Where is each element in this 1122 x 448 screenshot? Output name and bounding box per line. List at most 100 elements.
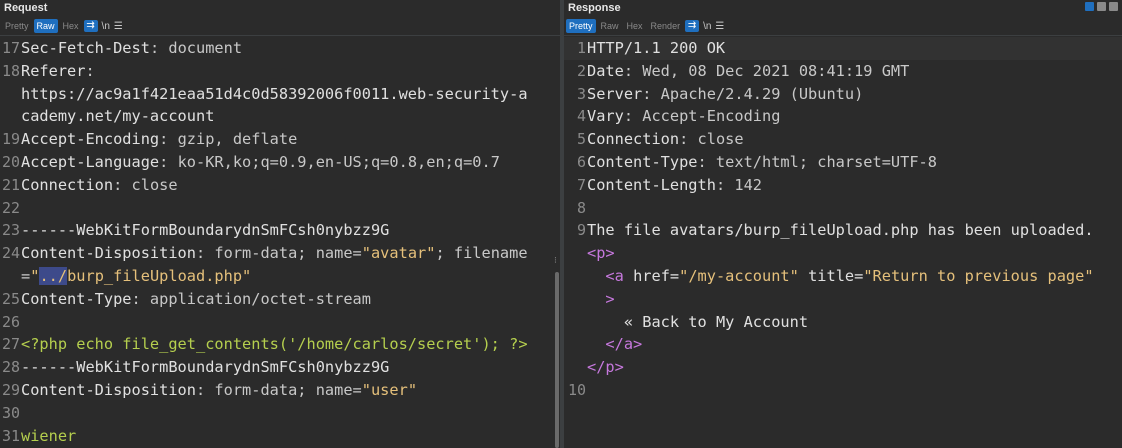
string-literal: "/my-account": [679, 266, 799, 285]
newline-toggle-icon[interactable]: \n: [102, 21, 110, 32]
header-value: : ko-KR,ko;q=0.9,en-US;q=0.8,en;q=0.7: [159, 152, 500, 171]
request-raw-tab[interactable]: Raw: [33, 19, 58, 33]
code-line: 22: [0, 197, 560, 220]
request-toolbar: Pretty Raw Hex ⇉ \n ☰: [0, 17, 560, 36]
request-pretty-tab[interactable]: Pretty: [2, 19, 32, 33]
request-editor[interactable]: 17 Sec-Fetch-Dest: document 18 Referer: htt…: [0, 37, 560, 448]
line-content: Date: Wed, 08 Dec 2021 08:41:19 GMT: [587, 60, 1122, 83]
code-line: 28 ------WebKitFormBoundarydnSmFCsh0nybzz…: [0, 356, 560, 379]
code-line: <p>: [564, 242, 1122, 265]
code-line: 21 Connection: close: [0, 174, 560, 197]
header-value: : Apache/2.4.29 (Ubuntu): [642, 84, 864, 103]
string-literal: "avatar": [361, 244, 436, 263]
line-content: <a href="/my-account" title="Return to p…: [587, 265, 1122, 288]
response-raw-tab[interactable]: Raw: [598, 19, 622, 33]
header-value: : application/octet-stream: [131, 289, 371, 308]
line-number: 4: [576, 107, 586, 126]
line-number: [564, 242, 587, 265]
line-number: 8: [576, 198, 586, 217]
line-content: cademy.net/my-account: [21, 105, 560, 128]
line-content: https://ac9a1f421eaa51d4c0d58392006f0011…: [21, 83, 560, 106]
wrap-lines-icon[interactable]: ⇉: [83, 20, 98, 32]
request-title: Request: [0, 0, 560, 17]
line-number: 18: [1, 61, 20, 80]
code-line: >: [564, 288, 1122, 311]
line-content: wiener: [21, 425, 560, 448]
line-number: [564, 265, 587, 288]
line-number: 9: [576, 221, 586, 240]
line-number: 25: [1, 289, 20, 308]
header-value: : close: [113, 175, 178, 194]
header-name: Connection: [21, 175, 114, 194]
code-line: 31 wiener: [0, 425, 560, 448]
line-number: 3: [576, 84, 586, 103]
newline-toggle-icon[interactable]: \n: [703, 21, 711, 32]
line-content: <p>: [587, 242, 1122, 265]
line-number: 23: [1, 221, 20, 240]
line-content: >: [587, 288, 1122, 311]
header-name: Sec-Fetch-Dest: [21, 39, 150, 57]
line-number: 10: [567, 380, 586, 399]
html-tag: <a: [605, 266, 634, 285]
line-content: Referer:: [21, 60, 560, 83]
tabs-layout-icon[interactable]: [1109, 2, 1118, 11]
code-line: 23 ------WebKitFormBoundarydnSmFCsh0nybzz…: [0, 219, 560, 242]
line-number: [564, 288, 587, 311]
header-name: Server: [587, 84, 643, 103]
code-text: The file avatars/burp_fileUpload.php has…: [587, 221, 1094, 240]
code-token: =: [21, 266, 31, 285]
code-line: 27 <?php echo file_get_contents('/home/ca…: [0, 333, 560, 356]
header-name: Accept-Encoding: [21, 130, 160, 149]
split-horizontal-icon[interactable]: [1085, 2, 1094, 11]
line-number: 21: [1, 175, 20, 194]
line-content: [587, 379, 1122, 402]
body-text: <?php echo file_get_contents('/home/carl…: [21, 335, 528, 354]
line-content: Connection: close: [587, 128, 1122, 151]
line-number: 31: [1, 426, 20, 445]
line-content: ------WebKitFormBoundarydnSmFCsh0nybzz9G: [21, 356, 560, 379]
line-content: Vary: Accept-Encoding: [587, 105, 1122, 128]
code-line: 2 Date: Wed, 08 Dec 2021 08:41:19 GMT: [564, 60, 1122, 83]
line-number: 19: [1, 130, 20, 149]
code-line: 29 Content-Disposition: form-data; name="…: [0, 379, 560, 402]
line-content: Accept-Language: ko-KR,ko;q=0.9,en-US;q=…: [21, 151, 560, 174]
line-number: 17: [1, 39, 20, 57]
line-number: [564, 356, 587, 379]
html-attribute: href=: [633, 266, 680, 285]
request-scrollbar[interactable]: [555, 272, 559, 448]
line-number: [0, 265, 21, 288]
code-line: « Back to My Account: [564, 311, 1122, 334]
line-content: Content-Length: 142: [587, 174, 1122, 197]
split-vertical-icon[interactable]: [1097, 2, 1106, 11]
header-value: : form-data; name=: [195, 380, 362, 399]
menu-icon[interactable]: ☰: [715, 21, 724, 32]
layout-controls: [1085, 2, 1118, 11]
code-line: 5 Connection: close: [564, 128, 1122, 151]
code-text: https://ac9a1f421eaa51d4c0d58392006f0011…: [21, 84, 528, 103]
code-line: 9 The file avatars/burp_fileUpload.php ha…: [564, 219, 1122, 242]
string-literal: burp_fileUpload.php": [67, 266, 252, 285]
selected-text: ../: [39, 266, 68, 285]
header-value: :: [85, 61, 104, 80]
response-title: Response: [564, 0, 1122, 17]
line-content: Content-Type: application/octet-stream: [21, 288, 560, 311]
header-value: : document: [149, 39, 243, 57]
response-editor[interactable]: 1 HTTP/1.1 200 OK 2 Date: Wed, 08 Dec 2021 …: [564, 37, 1122, 448]
line-content: </p>: [587, 356, 1122, 379]
header-name: Content-Length: [587, 175, 716, 194]
line-number: 20: [1, 152, 20, 171]
menu-icon[interactable]: ☰: [114, 21, 123, 32]
header-name: Content-Type: [587, 152, 698, 171]
code-text: « Back to My Account: [623, 312, 809, 331]
response-render-tab[interactable]: Render: [648, 19, 684, 33]
request-hex-tab[interactable]: Hex: [60, 19, 82, 33]
line-number: 7: [576, 175, 586, 194]
response-pretty-tab[interactable]: Pretty: [566, 19, 596, 33]
code-line: 26: [0, 311, 560, 334]
wrap-lines-icon[interactable]: ⇉: [685, 20, 700, 32]
code-line: 24 Content-Disposition: form-data; name="…: [0, 242, 560, 265]
response-hex-tab[interactable]: Hex: [624, 19, 646, 33]
